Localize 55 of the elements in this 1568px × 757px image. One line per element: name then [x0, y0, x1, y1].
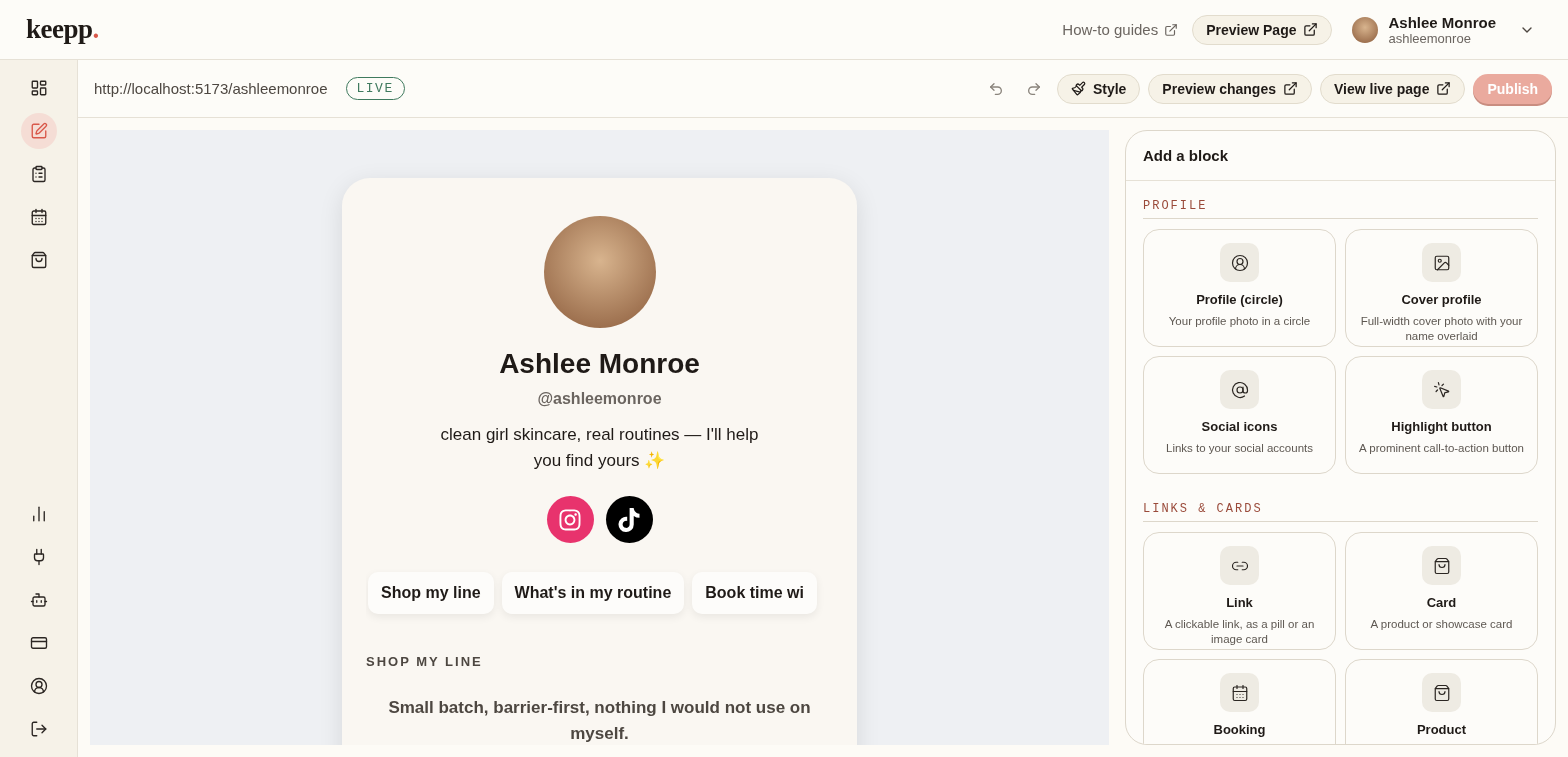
group-title: PROFILE — [1143, 199, 1538, 219]
calendar-icon — [1230, 683, 1249, 702]
block-option[interactable]: Product — [1345, 659, 1538, 744]
page-url: http://localhost:5173/ashleemonroe — [94, 80, 328, 97]
social-link[interactable] — [605, 496, 653, 543]
music-note-icon — [617, 507, 641, 532]
user-icon — [1230, 253, 1249, 272]
profile-bio: clean girl skincare, real routines — I'll help you find yours ✨ — [439, 424, 760, 472]
at-sign-icon — [1230, 380, 1249, 399]
block-option[interactable]: Card A product or showcase card — [1345, 532, 1538, 650]
external-link-icon — [1282, 81, 1298, 96]
block-option[interactable]: Cover profile Full-width cover photo with your name overlaid — [1345, 229, 1538, 347]
external-link-icon — [1164, 22, 1179, 37]
panel-title: Add a block — [1126, 131, 1555, 181]
edit-icon — [29, 122, 48, 140]
robot-icon — [29, 591, 48, 609]
user-handle: ashleemonroe — [1388, 30, 1472, 46]
profile-name: Ashlee Monroe — [499, 348, 700, 380]
profile-handle: @ashleemonroe — [537, 390, 662, 408]
paintbrush-icon — [1070, 81, 1086, 96]
block-option[interactable]: Social icons Links to your social accounts — [1143, 356, 1336, 474]
toolbar-button[interactable]: Preview changes — [1148, 73, 1312, 104]
group-title: LINKS & CARDS — [1143, 502, 1538, 522]
redo-icon — [1025, 80, 1042, 97]
block-option[interactable]: Link A clickable link, as a pill or an image card — [1143, 532, 1336, 650]
external-link-icon — [1303, 22, 1319, 37]
credit-card-icon — [29, 634, 48, 652]
block-option[interactable]: Profile (circle) Your profile photo in a circle — [1143, 229, 1336, 347]
user-name: Ashlee Monroe — [1388, 13, 1496, 31]
camera-icon — [558, 507, 582, 532]
preview-page-button[interactable]: Preview Page — [1192, 14, 1333, 45]
toolbar-button[interactable]: Style — [1056, 73, 1141, 104]
calendar-icon — [29, 208, 48, 226]
undo-icon — [987, 80, 1004, 97]
logout-icon — [29, 720, 48, 738]
section-title: SHOP MY LINE — [366, 654, 483, 669]
pointer-click-icon — [1432, 380, 1451, 399]
block-option[interactable]: Booking — [1143, 659, 1336, 744]
link-pill[interactable]: Shop my line — [368, 572, 494, 614]
dashboard-icon — [29, 79, 48, 97]
section-text: Small batch, barrier-first, nothing I would not use on myself. — [387, 697, 812, 745]
link-pill[interactable]: Book time wi — [692, 572, 817, 614]
link-pill[interactable]: What's in my routine — [501, 572, 685, 614]
guides-link[interactable]: How-to guides — [1062, 21, 1179, 38]
shopping-bag-icon — [1432, 556, 1451, 575]
toolbar-button[interactable]: View live page — [1319, 73, 1466, 104]
shopping-bag-icon — [1432, 683, 1451, 702]
block-option[interactable]: Highlight button A prominent call-to-action button — [1345, 356, 1538, 474]
logo: keepp. — [26, 14, 99, 45]
shopping-bag-icon — [29, 251, 48, 269]
image-icon — [1432, 253, 1451, 272]
avatar — [1352, 16, 1379, 43]
user-icon — [29, 677, 48, 695]
external-link-icon — [1436, 81, 1452, 96]
clipboard-icon — [29, 165, 48, 183]
